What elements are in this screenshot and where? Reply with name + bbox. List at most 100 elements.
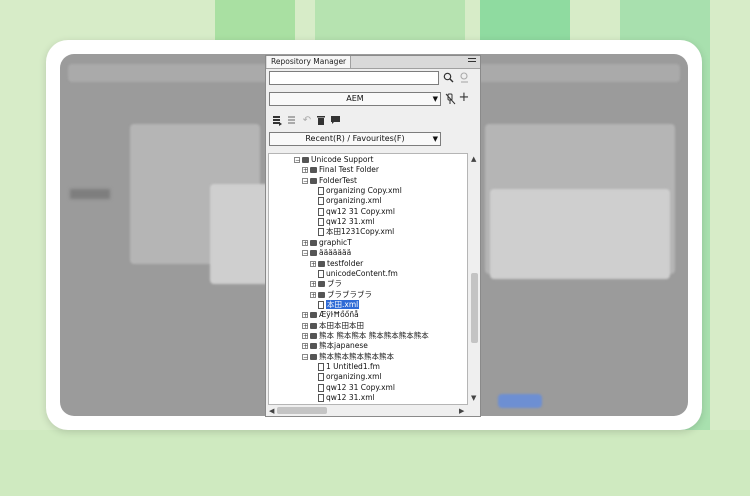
tree-folder-item[interactable]: + ブラブラブラ	[310, 290, 372, 300]
tree-file-item[interactable]: organizing Copy.xml	[310, 186, 402, 196]
expand-icon[interactable]: +	[302, 332, 308, 339]
repository-manager-panel: Repository Manager AEM ▼ + ↶ Recent(R) /…	[265, 55, 481, 417]
tree-item-label: testfolder	[327, 258, 364, 268]
file-icon	[318, 228, 324, 237]
tree-item-label: qw12 31.xml	[326, 393, 375, 403]
panel-header: Repository Manager	[266, 56, 480, 69]
tree-file-item[interactable]: qw12 31.xml	[310, 393, 375, 403]
recent-favourites-select[interactable]: Recent(R) / Favourites(F) ▼	[269, 132, 441, 146]
tree-file-item[interactable]: 本田1231Copy.xml	[310, 227, 394, 237]
comment-icon[interactable]	[329, 115, 341, 127]
tree-folder-item[interactable]: + 熊本 熊本熊本 熊本熊本熊本熊本	[302, 331, 429, 341]
tree-file-item[interactable]: organizing.xml	[310, 372, 381, 382]
caret-down-icon: ▼	[432, 135, 438, 143]
tree-item-label: Final Test Folder	[319, 165, 379, 175]
tree-item-label: organizing Copy.xml	[326, 186, 402, 196]
tree-folder-item[interactable]: + 本田本田本田	[302, 321, 364, 331]
tree-folder-item[interactable]: − Unicode Support	[294, 155, 373, 165]
tree-file-item[interactable]: qw12 31 Copy.xml	[310, 207, 395, 217]
expand-icon[interactable]: +	[302, 322, 308, 329]
tree-file-item[interactable]: qw12 31 Copy.xml	[310, 383, 395, 393]
scroll-down-icon[interactable]: ▼	[471, 394, 476, 402]
tree-item-label: qw12 31 Copy.xml	[326, 206, 395, 216]
tree-folder-item[interactable]: + ÆÿŀĦőőñå	[302, 310, 359, 320]
file-icon	[318, 218, 324, 227]
tree-folder-item[interactable]: + Final Test Folder	[302, 165, 379, 175]
collapse-icon[interactable]: −	[302, 250, 308, 257]
caret-down-icon: ▼	[432, 95, 438, 103]
folder-icon	[310, 353, 317, 360]
search-input[interactable]	[269, 71, 439, 85]
scroll-right-icon[interactable]: ▶	[459, 407, 464, 415]
tree-file-item[interactable]: unicodeContent.fm	[310, 269, 398, 279]
expand-icon[interactable]: +	[302, 167, 308, 174]
tree-file-item[interactable]: qw12 31.xml	[310, 217, 375, 227]
collapse-icon[interactable]: −	[302, 353, 308, 360]
vertical-scrollbar[interactable]: ▲ ▼	[469, 153, 480, 405]
folder-icon	[310, 177, 317, 184]
folder-icon	[310, 167, 317, 174]
tree-item-label: 熊本japanese	[319, 341, 368, 351]
file-icon	[318, 187, 324, 196]
tree-folder-item[interactable]: − 熊本熊本熊本熊本熊本	[302, 352, 394, 362]
tree-folder-item[interactable]: − äääääää	[302, 248, 351, 258]
tree-item-label: Unicode Support	[311, 155, 374, 164]
collapse-icon[interactable]: −	[302, 177, 308, 184]
tree-item-label: äääääää	[319, 248, 352, 258]
tree-item-label: FolderTest	[319, 175, 357, 185]
folder-icon	[318, 260, 325, 267]
repository-tree[interactable]: − Unicode Support + Final Test Folder − Folde…	[268, 153, 468, 405]
tree-folder-item[interactable]: + 熊本japanese	[302, 341, 368, 351]
horizontal-scrollbar[interactable]: ◀ ▶	[268, 405, 468, 416]
tree-file-item[interactable]: 1 Untitled1.fm	[310, 362, 380, 372]
tree-file-item[interactable]: 本田.xml	[310, 299, 360, 310]
connection-select[interactable]: AEM ▼	[269, 92, 441, 106]
file-icon	[318, 363, 324, 371]
horizontal-scroll-thumb[interactable]	[277, 407, 327, 414]
panel-tab[interactable]: Repository Manager	[267, 56, 352, 68]
user-search-icon[interactable]	[458, 72, 470, 84]
checkin-icon[interactable]	[286, 115, 298, 127]
tree-item-label: 本田1231Copy.xml	[326, 227, 395, 237]
tree-folder-item[interactable]: + graphicT	[302, 238, 352, 248]
expand-icon[interactable]: +	[302, 312, 308, 319]
scroll-up-icon[interactable]: ▲	[471, 155, 476, 163]
folder-icon	[302, 157, 309, 163]
undo-checkout-icon[interactable]: ↶	[301, 115, 313, 127]
disconnect-icon[interactable]	[444, 93, 456, 105]
expand-icon[interactable]: +	[302, 343, 308, 350]
expand-icon[interactable]: +	[310, 291, 316, 298]
vertical-scroll-thumb[interactable]	[471, 273, 478, 343]
collapse-icon[interactable]: −	[294, 157, 300, 164]
trash-icon[interactable]	[315, 115, 327, 127]
tree-item-label: graphicT	[319, 237, 352, 247]
panel-menu-icon[interactable]	[468, 58, 476, 65]
tree-item-label: organizing.xml	[326, 372, 382, 382]
expand-icon[interactable]: +	[310, 281, 316, 288]
tree-item-label: 熊本熊本熊本熊本熊本	[319, 351, 394, 361]
expand-icon[interactable]: +	[302, 239, 308, 246]
blurred-button	[498, 394, 542, 408]
connection-select-value: AEM	[346, 94, 364, 103]
tree-folder-item[interactable]: + testfolder	[310, 259, 363, 269]
file-icon	[318, 197, 324, 206]
file-icon	[318, 207, 324, 216]
tree-file-item[interactable]: organizing.xml	[310, 196, 381, 206]
file-icon	[318, 394, 324, 403]
background-bottom	[0, 430, 750, 496]
tree-folder-item[interactable]: + ブラ	[310, 279, 342, 289]
tree-item-label: unicodeContent.fm	[326, 268, 398, 278]
tree-item-label: qw12 31 Copy.xml	[326, 382, 395, 392]
tree-folder-item[interactable]: − FolderTest	[302, 176, 357, 186]
scroll-left-icon[interactable]: ◀	[269, 407, 274, 415]
folder-icon	[310, 322, 317, 329]
file-icon	[318, 383, 324, 392]
search-icon[interactable]	[442, 72, 454, 84]
checkout-icon[interactable]	[271, 115, 283, 127]
folder-icon	[310, 332, 317, 339]
expand-icon[interactable]: +	[310, 260, 316, 267]
folder-icon	[310, 312, 317, 319]
tree-item-label: ÆÿŀĦőőñå	[319, 310, 359, 320]
plus-icon[interactable]: +	[458, 91, 470, 104]
file-icon	[318, 300, 324, 309]
